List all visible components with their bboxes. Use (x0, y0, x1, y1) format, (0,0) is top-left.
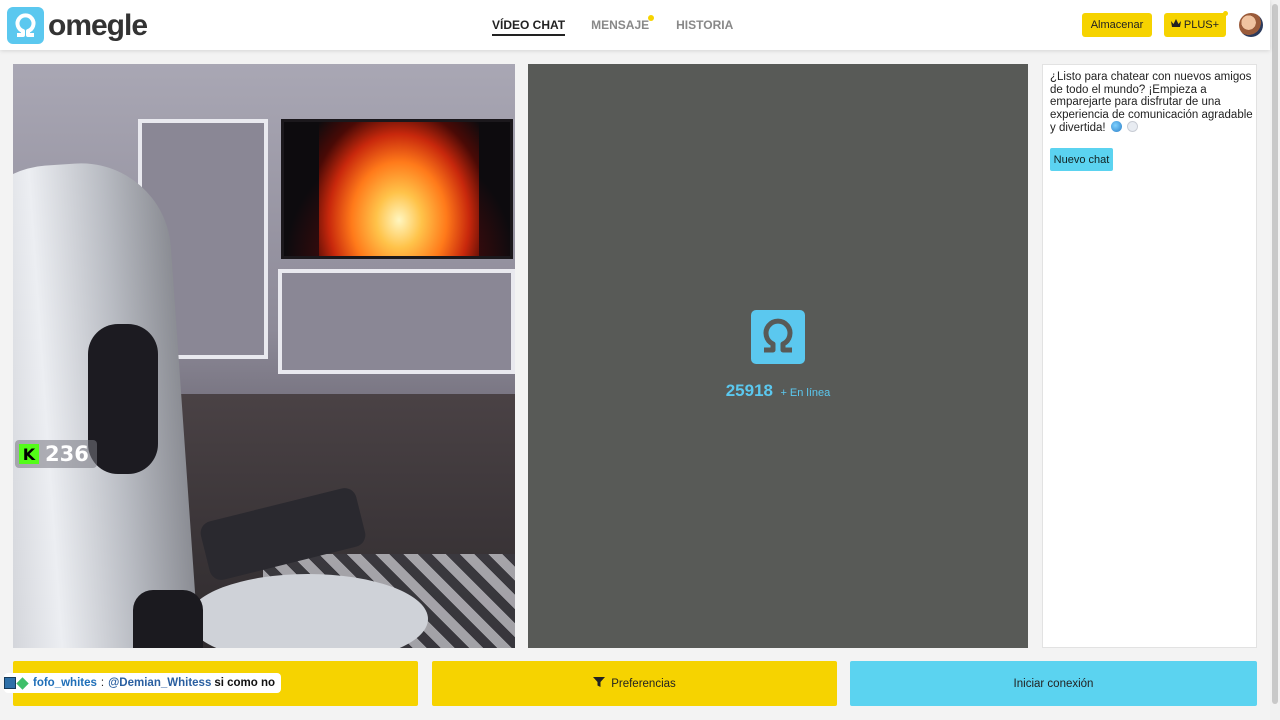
main-nav: VÍDEO CHAT MENSAJE HISTORIA (492, 15, 733, 36)
online-counter: 25918 + En línea (528, 381, 1028, 401)
chat-separator: : (100, 677, 105, 689)
nav-mensaje-label: MENSAJE (591, 18, 650, 32)
camera-scene-chair-pad (88, 324, 158, 474)
scrollbar-thumb[interactable] (1272, 4, 1278, 704)
kick-icon: K (19, 444, 39, 464)
plus-button[interactable]: PLUS+ (1164, 11, 1228, 37)
filter-icon (593, 676, 606, 691)
welcome-message-text: ¿Listo para chatear con nuevos amigos de… (1050, 71, 1253, 134)
globe-icon (1110, 121, 1122, 132)
chat-mention: @Demian_Whitess (108, 677, 212, 689)
diamond-badge-icon (16, 676, 29, 690)
camera-scene-tv (281, 119, 513, 259)
online-count: 25918 (725, 381, 773, 400)
chat-username: fofo_whites (33, 677, 97, 689)
speech-bubble-icon (1127, 121, 1139, 132)
subscriber-badge-icon (4, 677, 16, 689)
local-video: K 236 (13, 64, 515, 648)
chat-text: si como no (214, 677, 276, 689)
preferences-button[interactable]: Preferencias (432, 661, 837, 706)
camera-scene-console-shelf (278, 269, 515, 374)
logo-text: omegle (48, 8, 148, 42)
store-button[interactable]: Almacenar (1082, 13, 1152, 37)
preferences-label: Preferencias (611, 677, 676, 690)
omegle-logo[interactable]: omegle (7, 7, 148, 44)
top-header: omegle VÍDEO CHAT MENSAJE HISTORIA Almac… (0, 0, 1270, 50)
nav-video-chat[interactable]: VÍDEO CHAT (492, 18, 566, 36)
camera-scene-bottle (133, 590, 203, 648)
new-chat-button[interactable]: Nuevo chat (1050, 148, 1113, 171)
nav-historia[interactable]: HISTORIA (676, 18, 733, 36)
remote-video: 25918 + En línea (528, 64, 1028, 648)
nav-mensaje[interactable]: MENSAJE (591, 15, 655, 36)
viewer-count-badge: K 236 (15, 440, 97, 468)
chat-panel: ¿Listo para chatear con nuevos amigos de… (1042, 64, 1257, 648)
avatar[interactable] (1239, 13, 1263, 37)
notification-dot (648, 15, 655, 21)
omega-logo-icon (751, 310, 805, 364)
start-connection-button[interactable]: Iniciar conexión (850, 661, 1257, 706)
omega-logo-icon (7, 7, 44, 44)
page-scrollbar[interactable] (1270, 0, 1280, 720)
tv-fire (319, 122, 479, 256)
plus-notification-dot (1223, 11, 1228, 16)
welcome-message: ¿Listo para chatear con nuevos amigos de… (1050, 71, 1254, 135)
stream-chat-message: fofo_whites : @Demian_Whitess si como no (4, 673, 282, 693)
online-label: + En línea (780, 387, 831, 399)
crown-icon (1170, 19, 1181, 31)
viewer-count: 236 (45, 442, 89, 466)
plus-button-label: PLUS+ (1183, 19, 1220, 31)
